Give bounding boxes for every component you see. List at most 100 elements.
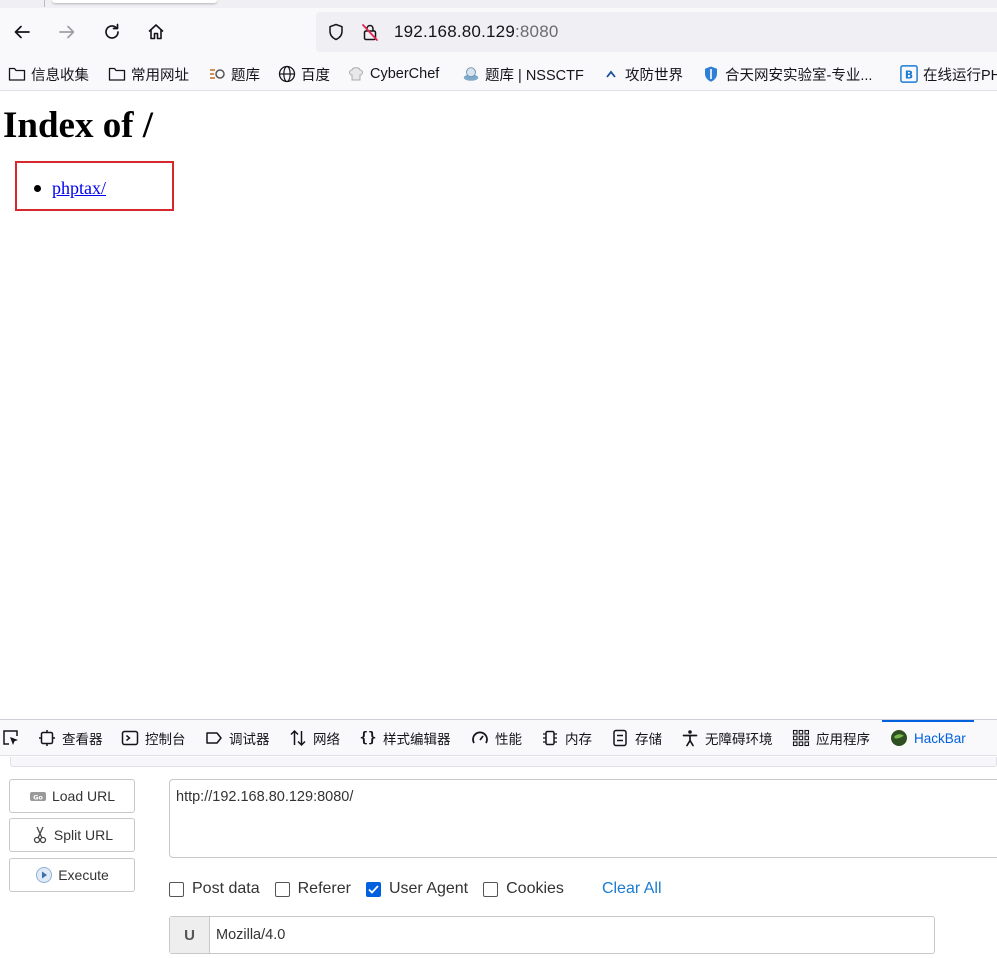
bookmark-label: 信息收集	[31, 67, 89, 84]
tab-style-editor[interactable]: {} 样式编辑器	[359, 720, 451, 756]
directory-link[interactable]: phptax/	[52, 178, 106, 199]
url-port: :8080	[514, 22, 559, 41]
tab-divider	[44, 0, 45, 7]
tab-label: 调试器	[229, 732, 270, 747]
bookmark-php-online[interactable]: B 在线运行PH	[900, 63, 997, 85]
button-label: Split URL	[53, 827, 114, 843]
user-agent-badge: U	[170, 917, 210, 953]
execute-button[interactable]: Execute	[9, 858, 135, 892]
referer-option[interactable]: Referer	[274, 880, 351, 898]
hackbar-url-textarea[interactable]: http://192.168.80.129:8080/	[169, 779, 997, 858]
option-label: Post data	[192, 880, 260, 897]
tab-label: 控制台	[145, 732, 186, 747]
bookmark-gongfang[interactable]: 攻防世界	[602, 63, 683, 85]
url-text[interactable]: 192.168.80.129:8080	[394, 22, 559, 42]
bookmark-label: 百度	[301, 67, 330, 84]
tab-console[interactable]: 控制台	[121, 720, 186, 756]
forward-button[interactable]	[53, 18, 81, 46]
tab-memory[interactable]: 内存	[541, 720, 592, 756]
address-bar[interactable]: 192.168.80.129:8080	[316, 12, 997, 52]
tab-application[interactable]: 应用程序	[792, 720, 870, 756]
tab-label: 网络	[313, 732, 340, 747]
storage-icon	[611, 729, 629, 747]
braces-icon: {}	[359, 730, 377, 746]
tab-label: 样式编辑器	[383, 732, 451, 747]
tab-network[interactable]: 网络	[289, 720, 340, 756]
tab-label: 存储	[635, 732, 662, 747]
reload-button[interactable]	[98, 18, 126, 46]
tiku-favicon-icon	[208, 65, 226, 83]
tab-label: 性能	[495, 732, 522, 747]
gongfang-favicon-icon	[602, 65, 620, 83]
bookmark-label: 题库	[231, 67, 260, 84]
cookies-option[interactable]: Cookies	[483, 880, 564, 898]
user-agent-field[interactable]: U Mozilla/4.0	[169, 916, 935, 954]
console-icon	[121, 729, 139, 747]
button-label: Execute	[58, 867, 109, 883]
tab-accessibility[interactable]: 无障碍环境	[681, 720, 773, 756]
folder-icon	[8, 65, 26, 83]
bookmark-folder-common[interactable]: 常用网址	[108, 63, 189, 85]
list-item: phptax/	[34, 178, 106, 199]
tab-debugger[interactable]: 调试器	[205, 720, 270, 756]
bookmark-cyberchef[interactable]: CyberChef	[347, 63, 439, 85]
checkmark-icon	[368, 884, 379, 894]
page-title: Index of /	[3, 105, 154, 146]
tab-inspector[interactable]: 查看器	[38, 720, 103, 756]
hackbar-toolbar-strip	[10, 757, 997, 767]
bookmark-nssctf[interactable]: 题库 | NSSCTF	[462, 63, 584, 85]
tab-label: 应用程序	[816, 732, 870, 747]
shield-tracking-icon[interactable]	[326, 22, 346, 42]
tab-label: 查看器	[62, 732, 103, 747]
navigation-toolbar: 192.168.80.129:8080	[0, 8, 997, 56]
clear-all-link[interactable]: Clear All	[602, 880, 662, 898]
bookmark-label: 合天网安实验室-专业...	[725, 67, 873, 84]
gauge-icon	[471, 729, 489, 747]
tab-performance[interactable]: 性能	[471, 720, 522, 756]
directory-listing: phptax/	[34, 178, 106, 199]
post-data-option[interactable]: Post data	[169, 880, 260, 898]
user-agent-option[interactable]: User Agent	[365, 880, 469, 898]
back-button[interactable]	[8, 18, 36, 46]
insecure-lock-icon[interactable]	[360, 22, 380, 42]
home-button[interactable]	[142, 18, 170, 46]
tab-label: 无障碍环境	[705, 732, 773, 747]
split-url-button[interactable]: Split URL	[9, 818, 135, 852]
play-icon	[35, 866, 53, 884]
option-label: User Agent	[388, 880, 469, 897]
bookmark-tiku[interactable]: 题库	[208, 63, 260, 85]
tab-strip	[0, 0, 997, 8]
active-tab[interactable]	[52, 0, 217, 3]
inspector-icon	[38, 729, 56, 747]
network-icon	[289, 729, 307, 747]
tab-hackbar[interactable]: HackBar	[882, 720, 974, 756]
devtools-panel: 查看器 控制台 调试器 网络 {} 样式编辑器 性能 内存 存储 无障碍环境 应…	[0, 719, 997, 958]
bookmark-baidu[interactable]: 百度	[278, 63, 330, 85]
hackbar-icon	[890, 729, 908, 747]
user-agent-checkbox[interactable]	[365, 881, 381, 897]
element-picker-button[interactable]	[2, 720, 26, 756]
tab-storage[interactable]: 存储	[611, 720, 662, 756]
tab-label: HackBar	[914, 730, 966, 746]
grid-icon	[792, 729, 810, 747]
accessibility-icon	[681, 729, 699, 747]
button-label: Load URL	[51, 788, 116, 804]
nssctf-favicon-icon	[462, 65, 480, 83]
load-url-button[interactable]: Go Load URL	[9, 779, 135, 813]
debugger-icon	[205, 729, 223, 747]
bookmark-label: 题库 | NSSCTF	[485, 67, 584, 84]
option-label: Referer	[297, 880, 351, 897]
user-agent-value[interactable]: Mozilla/4.0	[210, 927, 285, 943]
reload-icon	[105, 23, 119, 39]
folder-icon	[108, 65, 126, 83]
post-data-checkbox[interactable]	[169, 881, 184, 897]
bookmark-hetian[interactable]: 合天网安实验室-专业...	[702, 63, 872, 85]
shield-icon	[702, 65, 720, 83]
option-label: Cookies	[506, 880, 564, 897]
referer-checkbox[interactable]	[274, 881, 290, 897]
cookies-checkbox[interactable]	[483, 881, 499, 897]
bookmark-folder-info[interactable]: 信息收集	[8, 63, 89, 85]
home-icon	[148, 24, 164, 40]
page-content: Index of / phptax/	[0, 92, 997, 719]
url-host: 192.168.80.129	[394, 22, 515, 41]
